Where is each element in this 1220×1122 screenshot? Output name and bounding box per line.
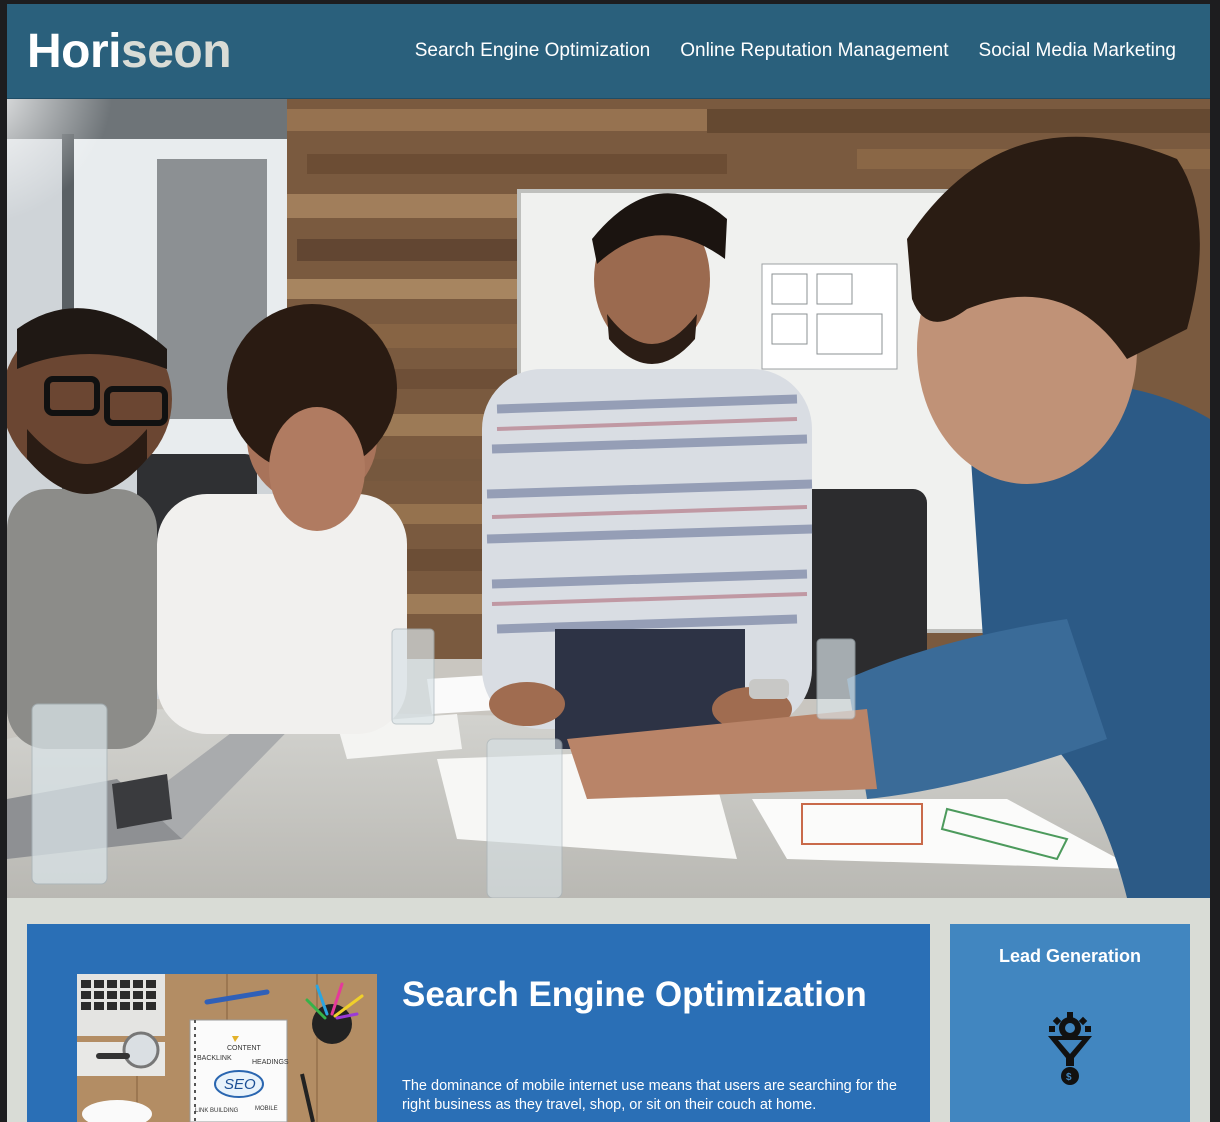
seo-section: CONTENT HEADINGS BACKLINK SEO LINK BUILD…	[27, 924, 930, 1122]
seo-description: The dominance of mobile internet use mea…	[402, 1078, 897, 1113]
nav-link-social-media[interactable]: Social Media Marketing	[979, 40, 1176, 62]
seo-image: CONTENT HEADINGS BACKLINK SEO LINK BUILD…	[77, 974, 377, 1122]
hero-image	[7, 99, 1210, 898]
logo-main: Hori	[27, 25, 122, 78]
nav-link-reputation[interactable]: Online Reputation Management	[680, 40, 948, 62]
svg-text:$: $	[1066, 1072, 1072, 1083]
seo-title: Search Engine Optimization	[402, 975, 867, 1014]
main-nav: Search Engine Optimization Online Reputa…	[415, 40, 1176, 62]
seo-image-word-content: CONTENT	[227, 1045, 262, 1052]
page-frame: Horiseon Search Engine Optimization Onli…	[7, 4, 1210, 1122]
site-logo[interactable]: Horiseon	[27, 24, 232, 79]
nav-link-seo[interactable]: Search Engine Optimization	[415, 40, 651, 62]
seo-image-word-mobile: MOBILE	[255, 1106, 278, 1112]
seo-image-word-link-building: LINK BUILDING	[195, 1108, 239, 1114]
site-header: Horiseon Search Engine Optimization Onli…	[7, 4, 1210, 99]
seo-image-word-headings: HEADINGS	[252, 1059, 289, 1066]
lead-generation-card: Lead Generation $	[950, 924, 1190, 1122]
seo-image-word-seo: SEO	[224, 1076, 256, 1093]
logo-accent: seon	[121, 25, 232, 78]
lead-funnel-icon: $	[1046, 1012, 1094, 1093]
lead-generation-title: Lead Generation	[998, 946, 1142, 966]
seo-image-word-backlink: BACKLINK	[197, 1055, 232, 1062]
